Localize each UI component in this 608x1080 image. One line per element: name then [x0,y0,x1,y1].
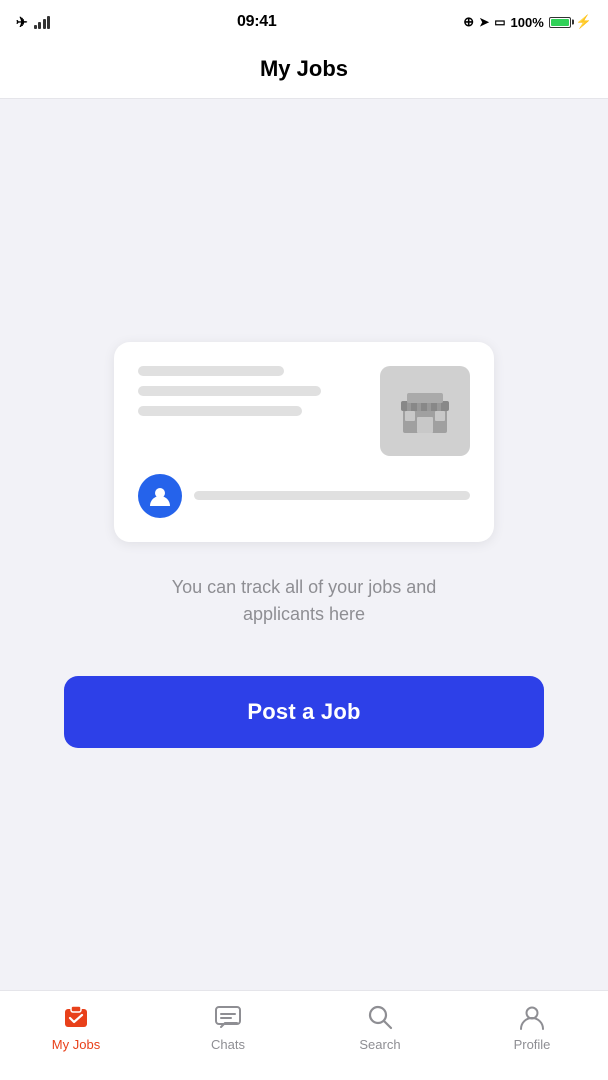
battery-icon [549,17,571,28]
avatar-row [138,474,470,518]
page-title: My Jobs [16,56,592,82]
post-job-button[interactable]: Post a Job [64,676,544,748]
status-bar: ✈ 09:41 ⊕ ➤ ▭ 100% ⚡ [0,0,608,44]
signal-icon [34,15,51,29]
navigation-icon: ➤ [479,15,489,29]
battery-percent: 100% [511,15,544,30]
tab-chats[interactable]: Chats [152,1001,304,1052]
card-lines [138,366,321,416]
screen-icon: ▭ [494,15,505,29]
page-header: My Jobs [0,44,608,99]
charging-icon: ⚡ [576,14,592,30]
status-right: ⊕ ➤ ▭ 100% ⚡ [463,14,592,30]
tab-search-label: Search [359,1037,400,1052]
status-time: 09:41 [237,13,276,31]
illustration-card [114,342,494,542]
avatar [138,474,182,518]
store-svg [397,383,453,439]
tab-bar: My Jobs Chats Search Pr [0,990,608,1080]
store-icon [380,366,470,456]
card-line-3 [138,406,302,416]
description-text: You can track all of your jobs and appli… [134,574,474,628]
tab-chats-label: Chats [211,1037,245,1052]
tab-my-jobs-label: My Jobs [52,1037,100,1052]
status-left: ✈ [16,14,50,31]
card-line-1 [138,366,284,376]
tab-search[interactable]: Search [304,1001,456,1052]
my-jobs-icon [60,1001,92,1033]
tab-my-jobs[interactable]: My Jobs [0,1001,152,1052]
chats-icon [212,1001,244,1033]
profile-icon [516,1001,548,1033]
location-icon: ⊕ [463,14,474,30]
tab-profile[interactable]: Profile [456,1001,608,1052]
avatar-line [194,491,470,500]
search-icon [364,1001,396,1033]
card-line-2 [138,386,321,396]
airplane-icon: ✈ [16,14,28,31]
main-content: You can track all of your jobs and appli… [0,99,608,990]
tab-profile-label: Profile [514,1037,551,1052]
